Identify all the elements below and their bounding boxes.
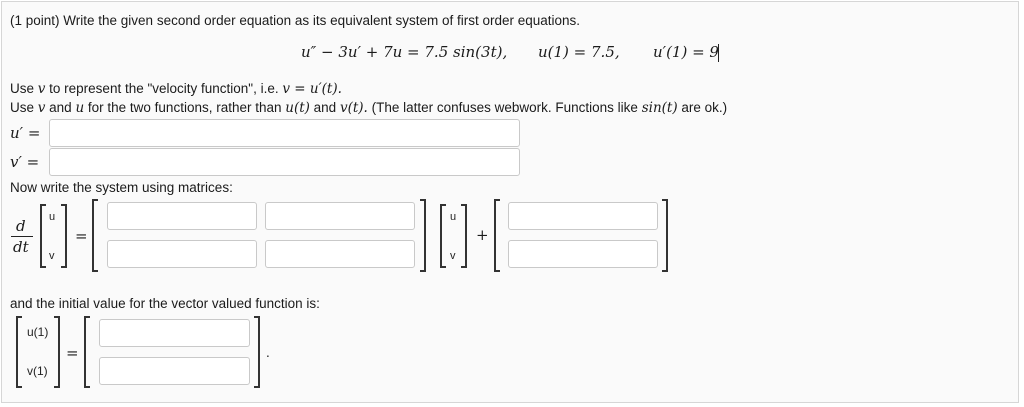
iv-equals-sign: = xyxy=(66,344,79,362)
forcing-left-bracket xyxy=(494,199,500,272)
iv-vector-right-bracket xyxy=(54,316,60,388)
vector2-right-bracket xyxy=(461,204,467,268)
iv-input-right-bracket xyxy=(254,316,260,388)
initial-value-heading: and the initial value for the vector val… xyxy=(10,296,320,311)
vector2-left-bracket xyxy=(440,204,446,268)
matrix-right-bracket xyxy=(420,199,426,272)
vector-u-label: u xyxy=(49,211,56,223)
plus-sign: + xyxy=(476,226,489,244)
iv-input-left-bracket xyxy=(84,316,90,388)
derivative-numerator: d xyxy=(16,217,26,235)
matrix-heading: Now write the system using matrices: xyxy=(10,180,233,195)
iv-vector-left-bracket xyxy=(16,316,22,388)
fraction-bar xyxy=(11,236,33,237)
initial-condition-u: u(1) = 7.5, xyxy=(538,43,620,61)
main-equation: u″ − 3u′ + 7u = 7.5 sin(3t), xyxy=(301,43,508,61)
iv-v1-input[interactable] xyxy=(99,357,250,385)
initial-condition-uprime: u′(1) = 9 xyxy=(653,43,719,61)
vector2-v-label: v xyxy=(450,250,456,262)
iv-u1-input[interactable] xyxy=(99,319,250,347)
forcing-right-bracket xyxy=(662,199,668,272)
forcing-b2-input[interactable] xyxy=(508,240,658,268)
matrix-a21-input[interactable] xyxy=(107,240,257,268)
text-cursor xyxy=(718,44,719,62)
problem-header: (1 point) Write the given second order e… xyxy=(10,13,581,28)
equals-sign: = xyxy=(75,227,88,245)
vector-right-bracket xyxy=(61,204,67,268)
iv-period: . xyxy=(266,345,270,360)
instruction-line-1: Use v to represent the "velocity functio… xyxy=(10,81,342,97)
vprime-input[interactable] xyxy=(49,148,520,176)
vector-v-label: v xyxy=(49,250,55,262)
iv-v1-label: v(1) xyxy=(27,364,48,378)
iv-u1-label: u(1) xyxy=(27,325,49,339)
vector2-u-label: u xyxy=(450,211,457,223)
matrix-left-bracket xyxy=(92,199,98,272)
uprime-label: u′ = xyxy=(10,124,41,142)
forcing-b1-input[interactable] xyxy=(508,202,658,230)
vector-left-bracket xyxy=(40,204,46,268)
derivative-denominator: dt xyxy=(13,238,29,256)
matrix-a11-input[interactable] xyxy=(107,202,257,230)
matrix-a12-input[interactable] xyxy=(265,202,415,230)
vprime-label: v′ = xyxy=(10,153,40,171)
uprime-input[interactable] xyxy=(49,119,520,147)
matrix-a22-input[interactable] xyxy=(265,240,415,268)
instruction-line-2: Use v and u for the two functions, rathe… xyxy=(10,100,728,116)
